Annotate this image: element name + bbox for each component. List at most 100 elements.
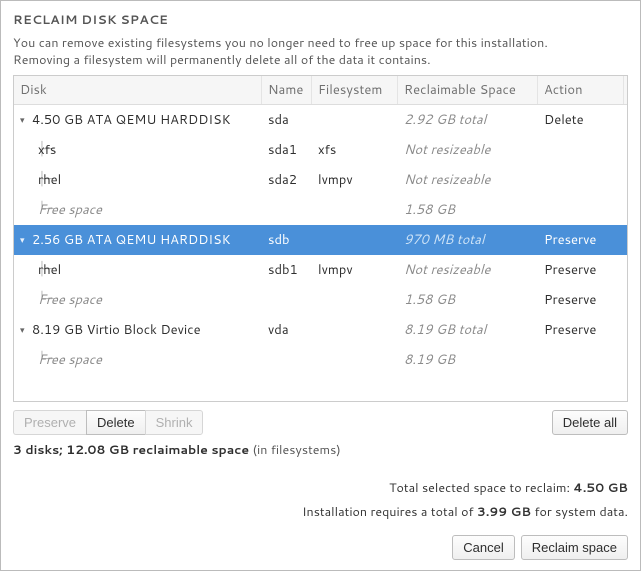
cell-name [262, 205, 312, 215]
cell-disk: ├─rhel [14, 256, 262, 284]
totals-section: Total selected space to reclaim: 4.50 GB… [13, 473, 628, 521]
cell-reclaimable: 2.92 GB total [398, 106, 538, 134]
cell-reclaimable: 1.58 GB [398, 196, 538, 224]
cell-name [262, 295, 312, 305]
col-header-filesystem[interactable]: Filesystem [312, 76, 398, 104]
free-space-label: Free space [38, 291, 102, 309]
summary-rest: (in filesystems) [249, 441, 341, 459]
tree-branch-icon: ├─ [20, 142, 38, 157]
cell-filesystem [312, 325, 398, 335]
delete-all-button[interactable]: Delete all [552, 410, 628, 435]
cell-reclaimable: Not resizeable [398, 256, 538, 284]
cell-filesystem [312, 205, 398, 215]
table-row[interactable]: ├─xfssda1xfsNot resizeable [14, 135, 627, 165]
total-label: Total selected space to reclaim: [389, 479, 573, 497]
expand-caret-icon[interactable]: ▾ [20, 233, 30, 246]
cell-filesystem [312, 295, 398, 305]
cell-action: Preserve [538, 256, 624, 284]
total-value: 4.50 GB [573, 479, 628, 497]
free-space-label: Free space [38, 201, 102, 219]
cell-name: sda1 [262, 136, 312, 164]
tree-branch-icon: ├─ [20, 172, 38, 187]
cell-name [262, 355, 312, 365]
requirement-line: Installation requires a total of 3.99 GB… [13, 503, 628, 521]
table-body: ▾4.50 GB ATA QEMU HARDDISKsda2.92 GB tot… [14, 105, 627, 401]
cancel-button[interactable]: Cancel [452, 535, 514, 560]
disk-label: 2.56 GB ATA QEMU HARDDISK [32, 231, 231, 249]
cell-filesystem [312, 355, 398, 365]
delete-button[interactable]: Delete [86, 410, 145, 435]
col-header-reclaimable[interactable]: Reclaimable Space [398, 76, 538, 104]
partition-label: xfs [38, 141, 56, 159]
tree-branch-icon: └─ [20, 292, 38, 307]
cell-action [538, 145, 624, 155]
table-row[interactable]: ▾8.19 GB Virtio Block Devicevda8.19 GB t… [14, 315, 627, 345]
preserve-button[interactable]: Preserve [13, 410, 86, 435]
cell-action: Preserve [538, 316, 624, 344]
col-header-disk[interactable]: Disk [14, 76, 262, 104]
cell-action [538, 355, 624, 365]
cell-disk: ▾2.56 GB ATA QEMU HARDDISK [14, 226, 262, 254]
cell-name: sda [262, 106, 312, 134]
table-row[interactable]: ▾4.50 GB ATA QEMU HARDDISKsda2.92 GB tot… [14, 105, 627, 135]
table-row[interactable]: ▾2.56 GB ATA QEMU HARDDISKsdb970 MB tota… [14, 225, 627, 255]
shrink-button[interactable]: Shrink [145, 410, 204, 435]
disk-label: 8.19 GB Virtio Block Device [32, 321, 201, 339]
col-header-name[interactable]: Name [262, 76, 312, 104]
expand-caret-icon[interactable]: ▾ [20, 323, 30, 336]
tree-branch-icon: ├─ [20, 262, 38, 277]
table-row[interactable]: ├─rhelsda2lvmpvNot resizeable [14, 165, 627, 195]
total-reclaim-line: Total selected space to reclaim: 4.50 GB [13, 479, 628, 497]
cell-name: vda [262, 316, 312, 344]
cell-filesystem: lvmpv [312, 256, 398, 284]
desc-line-2: Removing a filesystem will permanently d… [13, 51, 431, 69]
summary-line: 3 disks; 12.08 GB reclaimable space (in … [13, 441, 628, 459]
cell-action [538, 205, 624, 215]
cell-disk: └─Free space [14, 286, 262, 314]
cell-reclaimable: 8.19 GB [398, 346, 538, 374]
table-row[interactable]: ├─rhelsdb1lvmpvNot resizeablePreserve [14, 255, 627, 285]
table-row[interactable]: └─Free space 8.19 GB [14, 345, 627, 375]
req-value: 3.99 GB [477, 503, 531, 521]
dialog-description: You can remove existing filesystems you … [13, 35, 628, 69]
cell-filesystem [312, 115, 398, 125]
dialog-actions: Cancel Reclaim space [13, 535, 628, 560]
tree-branch-icon: └─ [20, 352, 38, 367]
table-row[interactable]: └─Free space1.58 GBPreserve [14, 285, 627, 315]
partition-label: rhel [38, 171, 61, 189]
cell-disk: └─Free space [14, 196, 262, 224]
cell-filesystem: lvmpv [312, 166, 398, 194]
row-action-buttons: Preserve Delete Shrink [13, 410, 203, 435]
cell-action: Preserve [538, 226, 624, 254]
dialog-title: RECLAIM DISK SPACE [13, 11, 628, 29]
cell-disk: ▾8.19 GB Virtio Block Device [14, 316, 262, 344]
summary-bold: 3 disks; 12.08 GB reclaimable space [13, 441, 249, 459]
cell-reclaimable: Not resizeable [398, 166, 538, 194]
req-post: for system data. [531, 503, 628, 521]
cell-name: sda2 [262, 166, 312, 194]
partition-label: rhel [38, 261, 61, 279]
table-row[interactable]: └─Free space 1.58 GB [14, 195, 627, 225]
cell-action: Preserve [538, 286, 624, 314]
desc-line-1: You can remove existing filesystems you … [13, 34, 548, 52]
cell-action [538, 175, 624, 185]
cell-disk: ├─xfs [14, 136, 262, 164]
tree-branch-icon: └─ [20, 202, 38, 217]
req-pre: Installation requires a total of [302, 503, 477, 521]
cell-filesystem [312, 235, 398, 245]
cell-disk: └─Free space [14, 346, 262, 374]
cell-reclaimable: Not resizeable [398, 136, 538, 164]
free-space-label: Free space [38, 351, 102, 369]
col-header-action[interactable]: Action [538, 76, 624, 104]
disk-label: 4.50 GB ATA QEMU HARDDISK [32, 111, 231, 129]
cell-reclaimable: 8.19 GB total [398, 316, 538, 344]
expand-caret-icon[interactable]: ▾ [20, 113, 30, 126]
cell-filesystem: xfs [312, 136, 398, 164]
cell-name: sdb1 [262, 256, 312, 284]
cell-disk: ├─rhel [14, 166, 262, 194]
table-header: Disk Name Filesystem Reclaimable Space A… [14, 76, 627, 105]
cell-disk: ▾4.50 GB ATA QEMU HARDDISK [14, 106, 262, 134]
cell-reclaimable: 970 MB total [398, 226, 538, 254]
reclaim-space-button[interactable]: Reclaim space [521, 535, 628, 560]
disk-space-table: Disk Name Filesystem Reclaimable Space A… [13, 75, 628, 402]
